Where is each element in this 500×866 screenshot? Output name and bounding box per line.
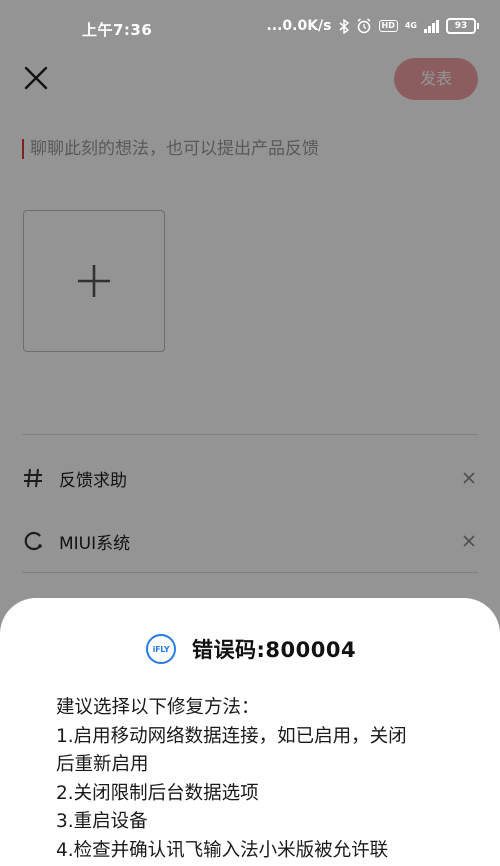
status-bar: 上午7:36 ...0.0K/s HD 4G 93: [0, 0, 500, 56]
battery-icon: 93: [446, 18, 479, 34]
error-code-title: 错误码:800004: [192, 638, 357, 662]
error-sheet-header: iFLY 错误码:800004: [146, 634, 356, 664]
instruction-line: 2.关闭限制后台数据选项: [56, 782, 259, 804]
network-speed: ...0.0K/s: [266, 18, 332, 34]
battery-level: 93: [454, 21, 468, 31]
error-fix-instructions: 建议选择以下修复方法： 1.启用移动网络数据连接，如已启用，关闭 后重新启用 2…: [56, 694, 476, 865]
instruction-line: 后重新启用: [56, 754, 149, 775]
bluetooth-icon: [339, 18, 349, 34]
signal-icon: [424, 19, 439, 33]
signal-label: 4G: [404, 21, 417, 30]
instruction-line: 1.启用移动网络数据连接，如已启用，关闭: [56, 725, 407, 747]
instruction-line: 4.检查并确认讯飞输入法小米版被允许联: [56, 839, 389, 861]
error-bottom-sheet: iFLY 错误码:800004 建议选择以下修复方法： 1.启用移动网络数据连接…: [0, 598, 500, 866]
ifly-logo-text: iFLY: [152, 644, 170, 654]
ifly-logo: iFLY: [146, 634, 176, 664]
instruction-line: 建议选择以下修复方法：: [56, 697, 260, 718]
status-time: 上午7:36: [82, 21, 153, 39]
instruction-line: 3.重启设备: [56, 811, 148, 832]
alarm-icon: [357, 18, 370, 34]
hd-badge: HD: [378, 20, 398, 32]
